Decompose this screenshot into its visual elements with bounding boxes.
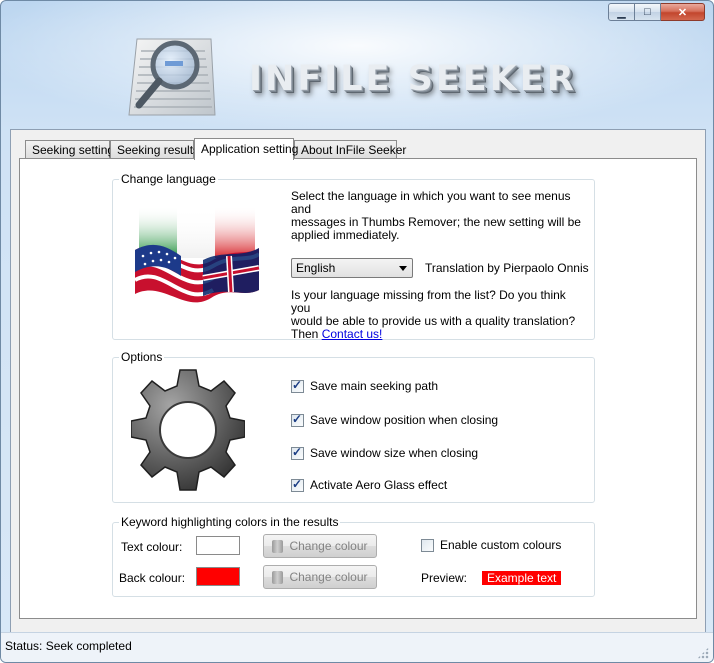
checkbox-save-main-path[interactable] [291,378,304,393]
example-text-preview: Example text [482,571,562,585]
text-colour-swatch [196,536,240,555]
missing-language-line: Is your language missing from the list? … [291,288,566,315]
options-group: Options Save main seeking path [112,350,595,503]
language-flags-icon [134,206,261,303]
text-colour-label: Text colour: [121,540,183,554]
language-select-value: English [296,261,336,275]
checkbox-enable-custom-colours[interactable] [421,538,434,552]
minimize-button[interactable]: ▁ [608,3,635,21]
checkbox-aero-glass[interactable] [291,477,304,492]
resize-grip-icon[interactable] [697,647,709,659]
maximize-button[interactable]: □ [635,3,661,21]
option-label: Save main seeking path [310,379,439,393]
keyword-colors-group: Keyword highlighting colors in the resul… [112,515,595,597]
status-bar: Status: Seek completed [1,632,713,662]
then-text: Then [291,327,322,341]
option-label: Save window size when closing [310,446,479,460]
language-description-line: Select the language in which you want to… [291,189,571,216]
contact-us-link[interactable]: Contact us! [322,327,383,341]
app-window: ▁ □ ✕ INFILE SEEKER Seeking setting Seek… [0,0,714,663]
language-description: Select the language in which you want to… [291,190,581,242]
palette-icon [272,539,284,553]
option-label: Activate Aero Glass effect [310,478,448,492]
options-title: Options [119,350,165,364]
option-save-window-position[interactable]: Save window position when closing [291,412,499,427]
change-language-group: Change language Select the language in w… [112,172,595,341]
enable-custom-colours-option[interactable]: Enable custom colours [421,538,561,552]
close-button[interactable]: ✕ [661,3,705,21]
language-description-line: applied immediately. [291,228,400,242]
option-label: Enable custom colours [440,538,562,552]
option-aero-glass[interactable]: Activate Aero Glass effect [291,477,448,492]
palette-icon [272,570,284,584]
change-back-colour-button[interactable]: Change colour [263,565,377,589]
option-save-main-path[interactable]: Save main seeking path [291,378,439,393]
tab-seeking-results[interactable]: Seeking results [110,140,199,159]
checkbox-save-window-size[interactable] [291,445,304,460]
gear-icon [131,369,245,491]
status-text: Status: Seek completed [5,639,132,653]
option-label: Save window position when closing [310,413,499,427]
contact-line: Then Contact us! [291,328,581,341]
keyword-colors-title: Keyword highlighting colors in the resul… [119,515,341,529]
chevron-down-icon [399,266,407,271]
back-colour-label: Back colour: [119,571,186,585]
main-client-area: Seeking setting Seeking results Applicat… [10,129,706,634]
app-logo-title: INFILE SEEKER [249,59,577,99]
preview-label: Preview: [421,571,468,585]
change-language-title: Change language [119,172,218,186]
magnifier-document-icon [128,38,216,116]
language-select[interactable]: English [291,258,413,278]
missing-language-text: Is your language missing from the list? … [291,289,581,341]
change-text-colour-button[interactable]: Change colour [263,534,377,558]
tab-application-setting[interactable]: Application setting [194,138,298,160]
tab-seeking-setting[interactable]: Seeking setting [25,140,114,159]
back-colour-swatch [196,567,240,586]
tab-panel-application-setting: Change language Select the language in w… [19,158,697,619]
window-controls: ▁ □ ✕ [608,3,705,21]
button-label: Change colour [289,570,368,584]
button-label: Change colour [289,539,368,553]
option-save-window-size[interactable]: Save window size when closing [291,445,479,460]
checkbox-save-window-position[interactable] [291,412,304,427]
translation-credit: Translation by Pierpaolo Onnis [425,261,589,275]
tab-about[interactable]: About InFile Seeker [294,140,406,159]
